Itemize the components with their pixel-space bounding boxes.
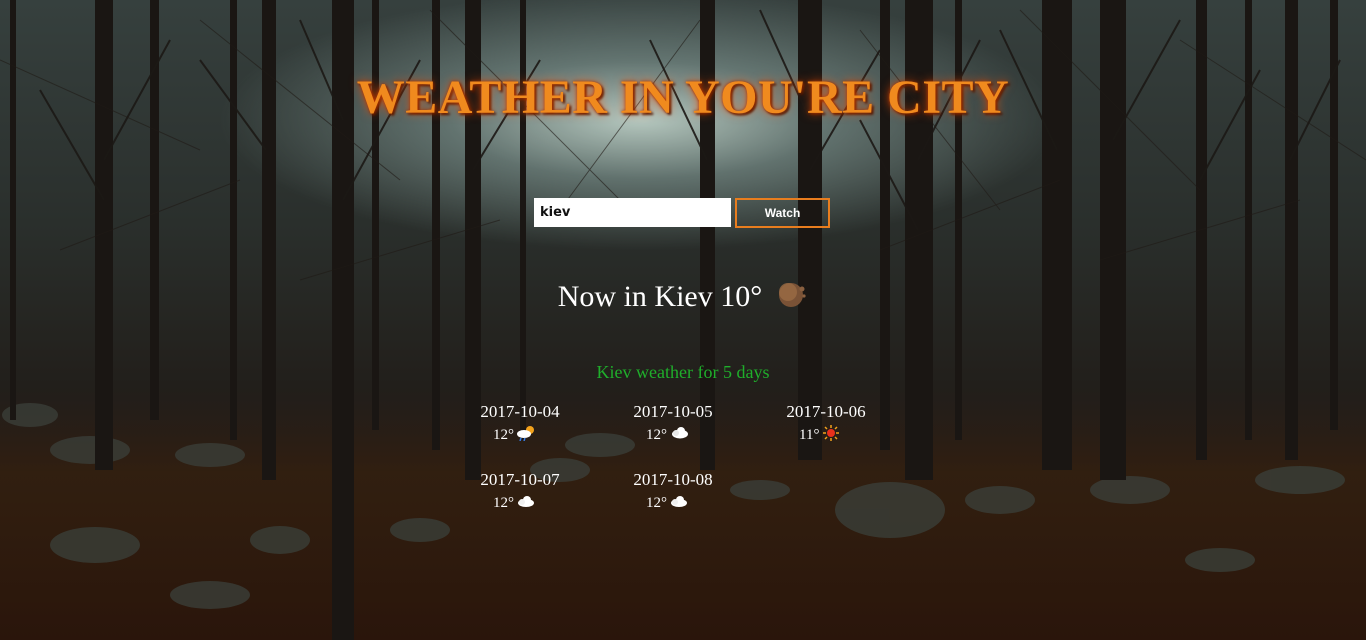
forecast-temp: 12°	[493, 427, 514, 443]
forecast-temp: 11°	[799, 427, 820, 443]
forecast-date: 2017-10-07	[480, 470, 560, 489]
watch-button[interactable]: Watch	[735, 198, 830, 228]
forecast-temp: 12°	[493, 495, 514, 511]
city-search-input[interactable]	[534, 198, 731, 227]
current-weather: Now in Kiev 10°	[0, 280, 1366, 314]
forecast-day-4: 2017-10-07 12°	[477, 470, 597, 512]
forecast-date: 2017-10-04	[480, 402, 560, 421]
cloud-icon	[516, 493, 536, 509]
forecast-title: Kiev weather for 5 days	[596, 362, 770, 382]
forecast-day-3: 2017-10-06 11°	[783, 402, 903, 444]
cloud-icon	[669, 425, 689, 441]
cloud-icon	[669, 493, 689, 509]
forecast-day-5: 2017-10-08 12°	[630, 470, 750, 512]
forecast-day-1: 2017-10-04 12°	[477, 402, 597, 444]
forecast-temp: 12°	[646, 427, 667, 443]
sun-icon	[821, 425, 841, 441]
moon-cloud-icon	[778, 280, 808, 310]
page-title: WEATHER IN YOU'RE CITY	[356, 71, 1010, 124]
forecast-date: 2017-10-06	[786, 402, 866, 421]
current-weather-text: Now in Kiev 10°	[557, 280, 763, 313]
forecast-date: 2017-10-05	[633, 402, 713, 421]
sun-cloud-rain-icon	[516, 425, 536, 442]
forecast-date: 2017-10-08	[633, 470, 713, 489]
forecast-temp: 12°	[646, 495, 667, 511]
forecast-day-2: 2017-10-05 12°	[630, 402, 750, 444]
